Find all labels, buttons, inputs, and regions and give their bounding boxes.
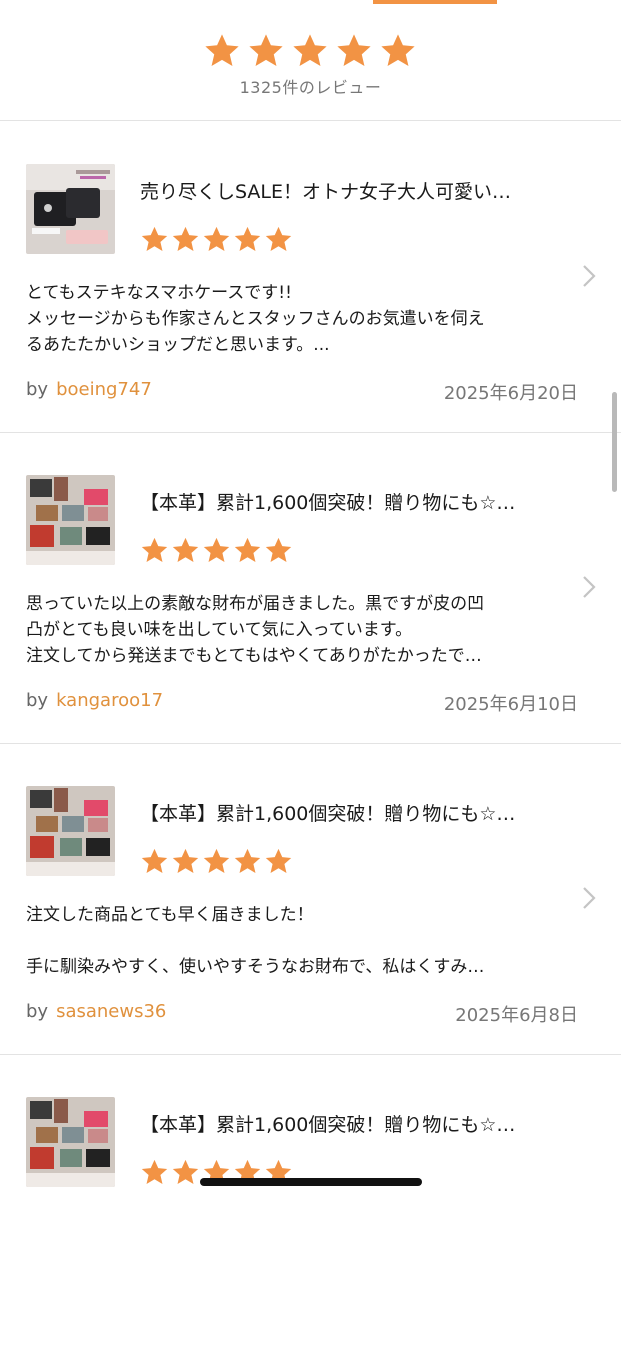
star-icon [141, 1159, 168, 1184]
review-text: 思っていた以上の素敵な財布が届きました。黒ですが皮の凹 凸がとても良い味を出して… [26, 591, 566, 669]
review-star-rating [140, 847, 293, 876]
review-count: 1325件のレビュー [239, 78, 382, 97]
chevron-right-icon[interactable] [580, 574, 598, 600]
review-text-line: 注文した商品とても早く届きました！ [26, 905, 314, 925]
star-icon [172, 537, 199, 562]
star-icon [293, 34, 327, 67]
star-icon [172, 1159, 199, 1184]
reviewer: by boeing747 [26, 379, 152, 400]
star-icon [265, 848, 292, 873]
review-text-line: 手に馴染みやすく、使いやすそうなお財布で、私はくすみ… [26, 957, 485, 977]
review-text-line: とてもステキなスマホケースです!! [26, 283, 292, 303]
product-title[interactable]: 【本革】累計1,600個突破！贈り物にも☆… [140, 799, 570, 826]
star-icon [203, 226, 230, 251]
star-icon [234, 848, 261, 873]
review-item[interactable]: 【本革】累計1,600個突破！贈り物にも☆… 思っていた以上の素敵な財布が届きま… [0, 433, 621, 744]
scrollbar-thumb[interactable] [612, 392, 617, 492]
chevron-right-icon[interactable] [580, 263, 598, 289]
review-date: 2025年6月8日 [455, 1005, 578, 1026]
reviewer: by sasanews36 [26, 1001, 166, 1022]
review-item[interactable]: 【本革】累計1,600個突破！贈り物にも☆… 注文した商品とても早く届きました！… [0, 744, 621, 1055]
review-date: 2025年6月20日 [443, 383, 578, 404]
star-icon [381, 34, 415, 67]
review-text-line: 凸がとても良い味を出していて気に入っています。 [26, 620, 413, 640]
star-icon [337, 34, 371, 67]
review-text-line: メッセージからも作家さんとスタッフさんのお気遣いを伺え [26, 309, 485, 329]
star-icon [249, 34, 283, 67]
review-text-line [26, 928, 566, 954]
by-label: by [26, 379, 49, 400]
review-text-line: 注文してから発送までもとてもはやくてありがたかったで… [26, 646, 482, 666]
star-icon [265, 537, 292, 562]
product-title[interactable]: 【本革】累計1,600個突破！贈り物にも☆… [140, 488, 570, 515]
star-icon [172, 226, 199, 251]
reviewer: by kangaroo17 [26, 690, 163, 711]
review-item[interactable]: 売り尽くしSALE！オトナ女子大人可愛い… とてもステキなスマホケースです!! … [0, 122, 621, 433]
review-star-rating [140, 536, 293, 565]
chevron-right-icon[interactable] [580, 885, 598, 911]
review-item[interactable]: 【本革】累計1,600個突破！贈り物にも☆… [0, 1055, 621, 1366]
review-star-rating [140, 225, 293, 254]
star-icon [265, 226, 292, 251]
review-text: 注文した商品とても早く届きました！ 手に馴染みやすく、使いやすそうなお財布で、私… [26, 902, 566, 980]
rating-summary: 1325件のレビュー [0, 0, 621, 121]
star-icon [234, 537, 261, 562]
star-icon [234, 226, 261, 251]
review-text: とてもステキなスマホケースです!! メッセージからも作家さんとスタッフさんのお気… [26, 280, 566, 358]
reviewer-username[interactable]: sasanews36 [56, 1001, 166, 1022]
reviewer-username[interactable]: kangaroo17 [56, 690, 163, 711]
reviewer-username[interactable]: boeing747 [56, 379, 152, 400]
by-label: by [26, 1001, 49, 1022]
review-text-line: るあたたかいショップだと思います。... [26, 335, 330, 355]
home-indicator[interactable] [200, 1178, 422, 1186]
review-date: 2025年6月10日 [443, 694, 578, 715]
star-icon [141, 848, 168, 873]
star-icon [141, 226, 168, 251]
product-thumbnail[interactable] [26, 1097, 115, 1187]
star-icon [203, 537, 230, 562]
star-icon [172, 848, 199, 873]
product-title[interactable]: 売り尽くしSALE！オトナ女子大人可愛い… [140, 177, 570, 204]
summary-star-rating [203, 32, 417, 70]
product-thumbnail[interactable] [26, 164, 115, 254]
review-text-line: 思っていた以上の素敵な財布が届きました。黒ですが皮の凹 [26, 594, 485, 614]
by-label: by [26, 690, 49, 711]
product-thumbnail[interactable] [26, 475, 115, 565]
star-icon [205, 34, 239, 67]
product-title[interactable]: 【本革】累計1,600個突破！贈り物にも☆… [140, 1110, 570, 1137]
star-icon [141, 537, 168, 562]
product-thumbnail[interactable] [26, 786, 115, 876]
star-icon [203, 848, 230, 873]
